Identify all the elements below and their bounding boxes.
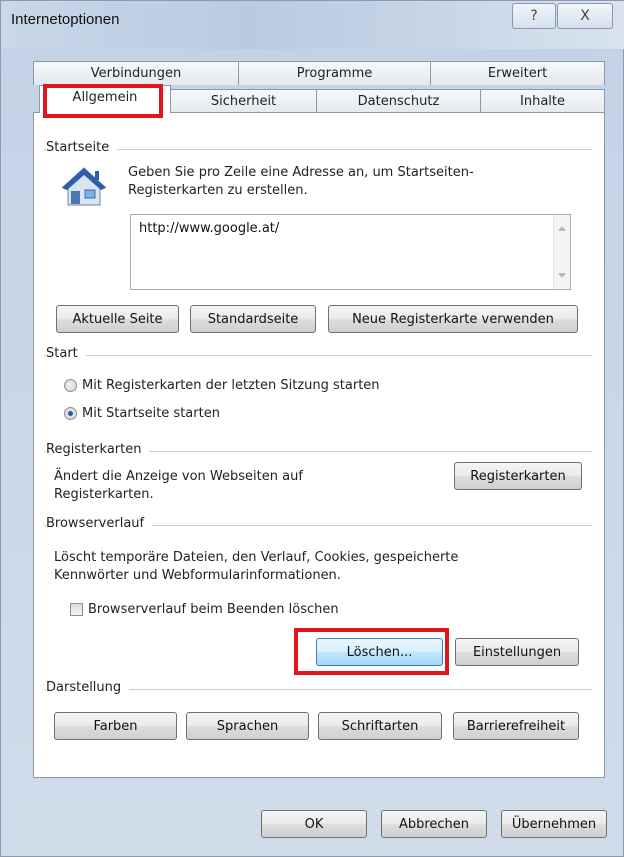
tab-programme[interactable]: Programme [238,61,431,85]
cancel-button[interactable]: Abbrechen [381,810,487,838]
tab-label: Programme [296,66,373,81]
registerkarten-group-label: Registerkarten [46,442,150,457]
tab-label: Datenschutz [357,94,440,109]
home-page-url-textarea[interactable]: http://www.google.at/ [130,214,571,290]
tab-sicherheit[interactable]: Sicherheit [170,89,317,113]
scroll-up-icon[interactable] [558,226,566,231]
radio-home-page[interactable] [64,407,77,420]
new-tab-page-button[interactable]: Neue Registerkarte verwenden [328,305,578,333]
languages-button[interactable]: Sprachen [186,712,309,740]
startseite-group-label: Startseite [46,140,118,155]
tab-erweitert[interactable]: Erweitert [430,61,605,85]
colors-button[interactable]: Farben [54,712,177,740]
tab-label: Erweitert [487,66,548,81]
history-settings-button[interactable]: Einstellungen [455,638,579,666]
general-tab-panel: Startseite Geben Sie pro Zeile eine Adre… [33,112,605,778]
apply-button[interactable]: Übernehmen [501,810,607,838]
tab-allgemein[interactable]: Allgemein [39,85,171,113]
option-last-session-label: Mit Registerkarten der letzten Sitzung s… [82,378,380,393]
home-page-url-value: http://www.google.at/ [139,221,280,236]
internet-options-window: Internetoptionen ? X Verbindungen Progra… [0,0,624,857]
current-page-button[interactable]: Aktuelle Seite [56,305,179,333]
start-group-label: Start [46,346,86,361]
radio-last-session[interactable] [64,379,77,392]
tab-label: Verbindungen [90,66,182,81]
darstellung-group-label: Darstellung [46,680,130,695]
tab-verbindungen[interactable]: Verbindungen [33,61,239,85]
accessibility-button[interactable]: Barrierefreiheit [453,712,579,740]
tabs-settings-button[interactable]: Registerkarten [454,462,582,490]
startseite-description-line2: Registerkarten zu erstellen. [128,183,308,198]
tab-label: Sicherheit [210,94,277,109]
window-title: Internetoptionen [11,11,120,28]
tab-datenschutz[interactable]: Datenschutz [316,89,481,113]
divider [44,355,592,356]
browserverlauf-group-label: Browserverlauf [46,516,153,531]
default-page-button[interactable]: Standardseite [190,305,316,333]
close-button[interactable]: X [557,3,613,29]
textarea-scrollbar[interactable] [553,215,570,289]
title-bar[interactable]: Internetoptionen ? X [1,1,624,49]
scroll-down-icon[interactable] [558,273,566,278]
browserverlauf-description-line2: Kennwörter und Webformularinformationen. [54,568,341,583]
browserverlauf-description-line1: Löscht temporäre Dateien, den Verlauf, C… [54,550,459,565]
home-icon [61,167,107,206]
close-icon: X [580,8,590,24]
help-button[interactable]: ? [512,3,556,29]
tab-label: Allgemein [72,90,138,105]
delete-on-exit-checkbox[interactable] [70,603,83,616]
delete-history-button[interactable]: Löschen... [316,638,443,666]
registerkarten-description-line2: Registerkarten. [54,487,154,502]
tab-label: Inhalte [520,94,565,109]
tab-inhalte[interactable]: Inhalte [480,89,605,113]
startseite-description-line1: Geben Sie pro Zeile eine Adresse an, um … [128,165,474,180]
option-home-page-label: Mit Startseite starten [82,406,220,421]
fonts-button[interactable]: Schriftarten [318,712,442,740]
divider [44,149,592,150]
ok-button[interactable]: OK [261,810,367,838]
delete-on-exit-label: Browserverlauf beim Beenden löschen [88,602,339,617]
help-icon: ? [530,8,538,24]
registerkarten-description-line1: Ändert die Anzeige von Webseiten auf [54,469,303,484]
